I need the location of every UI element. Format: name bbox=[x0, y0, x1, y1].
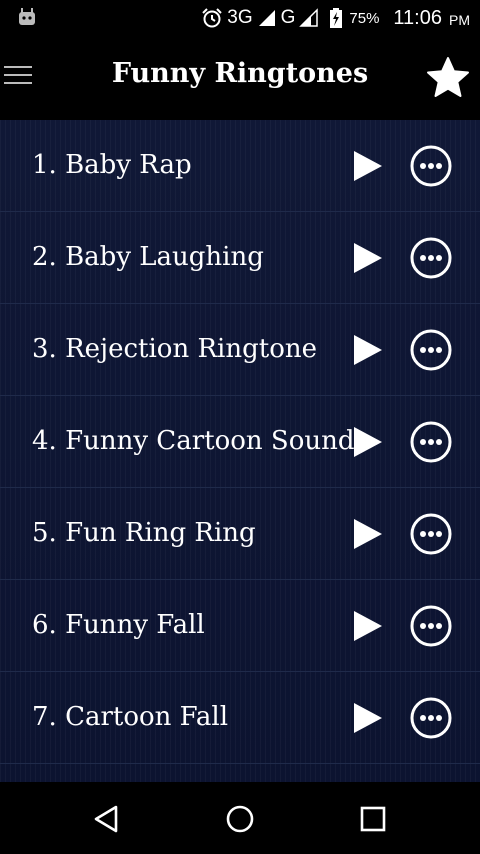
battery-percent: 75% bbox=[349, 9, 380, 27]
signal-icon bbox=[258, 10, 275, 26]
android-notification-icon bbox=[19, 8, 35, 25]
list-item[interactable]: 4. Funny Cartoon Sound bbox=[0, 396, 480, 488]
list-item[interactable]: 3. Rejection Ringtone bbox=[0, 304, 480, 396]
ringtone-list[interactable]: 1. Baby Rap 2. Baby Laughing 3. Rejectio… bbox=[0, 120, 480, 782]
more-options-icon[interactable] bbox=[409, 328, 453, 372]
status-bar: 3G G 75% 11:06 PM bbox=[0, 0, 480, 36]
network-type-3g: 3G bbox=[227, 7, 253, 28]
app-header: Funny Ringtones bbox=[0, 36, 480, 120]
clock-time: 11:06 bbox=[393, 6, 442, 29]
ringtone-label: 1. Baby Rap bbox=[32, 150, 192, 180]
ringtone-label: 7. Cartoon Fall bbox=[32, 702, 229, 732]
home-circle-icon[interactable] bbox=[225, 804, 255, 834]
list-item[interactable]: 1. Baby Rap bbox=[0, 120, 480, 212]
ringtone-label: 3. Rejection Ringtone bbox=[32, 334, 317, 364]
play-icon[interactable] bbox=[350, 425, 384, 459]
more-options-icon[interactable] bbox=[409, 696, 453, 740]
play-icon[interactable] bbox=[350, 701, 384, 735]
list-item[interactable]: 7. Cartoon Fall bbox=[0, 672, 480, 764]
navigation-bar bbox=[0, 782, 480, 854]
more-options-icon[interactable] bbox=[409, 604, 453, 648]
more-options-icon[interactable] bbox=[409, 144, 453, 188]
status-indicators: 3G G 75% 11:06 PM bbox=[201, 0, 470, 36]
more-options-icon[interactable] bbox=[409, 512, 453, 556]
clock-ampm: PM bbox=[449, 11, 470, 28]
page-title: Funny Ringtones bbox=[111, 58, 369, 89]
play-icon[interactable] bbox=[350, 149, 384, 183]
list-item-partial[interactable] bbox=[0, 764, 480, 782]
recent-square-icon[interactable] bbox=[358, 804, 388, 834]
star-icon[interactable] bbox=[426, 56, 470, 100]
alarm-icon bbox=[202, 8, 222, 28]
battery-charging-icon bbox=[330, 8, 343, 28]
list-item[interactable]: 6. Funny Fall bbox=[0, 580, 480, 672]
play-icon[interactable] bbox=[350, 609, 384, 643]
back-triangle-icon[interactable] bbox=[92, 804, 122, 834]
ringtone-label: 2. Baby Laughing bbox=[32, 242, 264, 272]
list-item[interactable]: 5. Fun Ring Ring bbox=[0, 488, 480, 580]
network-type-g: G bbox=[280, 7, 296, 28]
play-icon[interactable] bbox=[350, 333, 384, 367]
list-item[interactable]: 2. Baby Laughing bbox=[0, 212, 480, 304]
more-options-icon[interactable] bbox=[409, 236, 453, 280]
ringtone-label: 5. Fun Ring Ring bbox=[32, 518, 256, 548]
play-icon[interactable] bbox=[350, 241, 384, 275]
more-options-icon[interactable] bbox=[409, 420, 453, 464]
ringtone-label: 6. Funny Fall bbox=[32, 610, 205, 640]
ringtone-label: 4. Funny Cartoon Sound bbox=[32, 426, 355, 456]
signal-icon-2 bbox=[299, 8, 319, 27]
play-icon[interactable] bbox=[350, 517, 384, 551]
